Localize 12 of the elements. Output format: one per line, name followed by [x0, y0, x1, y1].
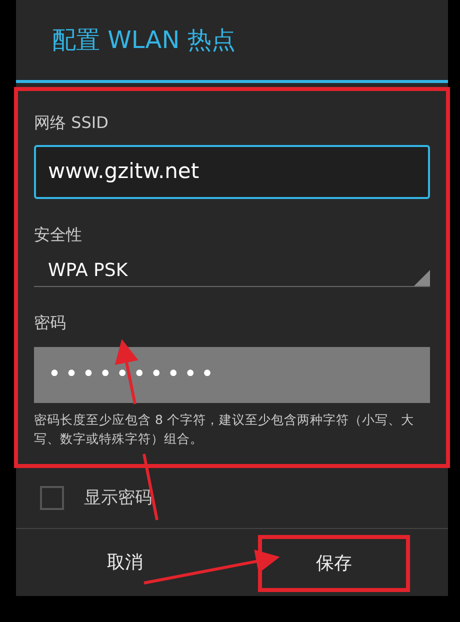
field-label: 安全性	[34, 224, 83, 246]
field-label: 密码	[34, 312, 67, 334]
field-label: 网络 SSID	[34, 112, 110, 134]
ssid-field[interactable]: www.gzitw.net	[34, 144, 430, 199]
security-dropdown[interactable]: WPA PSK	[34, 254, 430, 287]
hint-text: 密码长度至少应包含 8 个字符，建议至少包含两种字符（小写、大写、数字或特殊字符）组合。	[34, 410, 415, 448]
save-button[interactable]: 保存	[258, 535, 410, 592]
cancel-button[interactable]: 取消	[16, 529, 234, 596]
checkbox-label: 显示密码	[84, 486, 152, 510]
dropdown-corner-icon	[414, 270, 430, 286]
checkbox[interactable]	[40, 486, 64, 510]
dialog-title: 配置 WLAN 热点	[16, 0, 448, 83]
